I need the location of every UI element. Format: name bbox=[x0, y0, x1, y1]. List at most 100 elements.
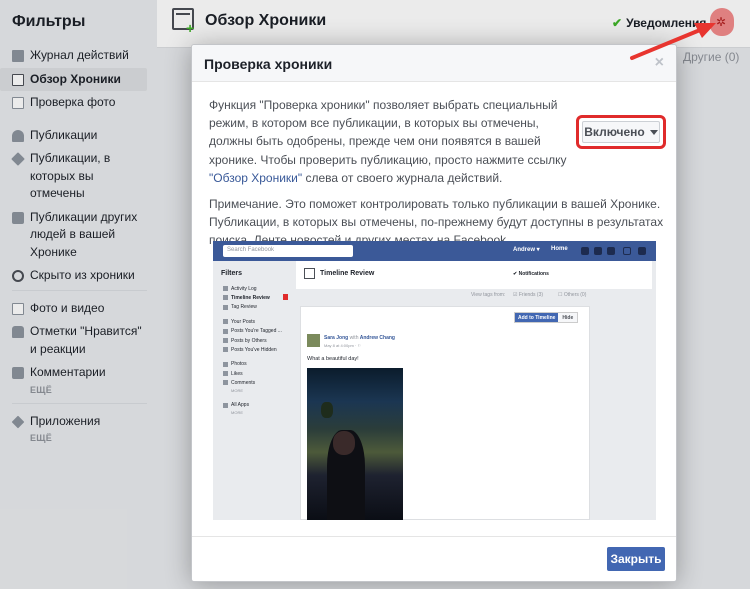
sidebar-item-photo-review[interactable]: Проверка фото bbox=[0, 91, 157, 115]
like-icon bbox=[12, 326, 24, 338]
settings-gear-button[interactable]: ✲ bbox=[710, 8, 734, 36]
timeline-review-toggle[interactable]: Включено bbox=[582, 121, 660, 143]
mini-post-author: Sara Jong with Andrew Chang bbox=[324, 335, 395, 341]
sidebar-item-label: Публикации других людей в вашей Хронике bbox=[30, 209, 138, 259]
mini-hide: Hide bbox=[558, 313, 578, 322]
mini-post-photo bbox=[307, 368, 403, 520]
dialog-title: Проверка хроники bbox=[204, 56, 333, 72]
close-button[interactable]: Закрыть bbox=[607, 547, 665, 571]
sidebar-item-likes[interactable]: Отметки "Нравится" и реакции bbox=[0, 320, 157, 361]
timeline-review-dialog: Проверка хроники × Функция "Проверка хро… bbox=[191, 44, 677, 582]
mini-filter-item: Posts by Others bbox=[213, 336, 291, 345]
sidebar-item-timeline-review[interactable]: Обзор Хроники bbox=[0, 67, 147, 91]
mini-filter-item: All Apps bbox=[213, 401, 291, 410]
sidebar-item-label: Фото и видео bbox=[30, 300, 105, 315]
comments-icon bbox=[12, 367, 24, 379]
mini-globe-icon bbox=[607, 247, 615, 255]
mini-filters-title: Filters bbox=[221, 270, 243, 277]
check-icon: ✔ bbox=[612, 16, 623, 30]
mini-home: Home bbox=[551, 246, 568, 252]
photo-review-icon bbox=[12, 97, 24, 109]
timeline-review-link[interactable]: "Обзор Хроники" bbox=[209, 171, 302, 185]
sidebar-item-photos-videos[interactable]: Фото и видео bbox=[0, 297, 157, 321]
toggle-label: Включено bbox=[584, 125, 645, 139]
sidebar-item-hidden[interactable]: Скрыто из хроники bbox=[0, 264, 157, 288]
sidebar-item-tagged-posts[interactable]: Публикации, в которых вы отмечены bbox=[0, 147, 157, 206]
sidebar-item-label: Журнал действий bbox=[30, 48, 129, 62]
mini-filter-item: Your Posts bbox=[213, 317, 291, 326]
mini-others-filter: ☐ Others (0) bbox=[558, 292, 587, 298]
mini-view-tags: View tags from: bbox=[471, 292, 506, 298]
mini-post-card: Add to Timeline Hide Sara Jong with Andr… bbox=[300, 306, 590, 520]
mini-filterbar: View tags from: ☑ Friends (3) ☐ Others (… bbox=[296, 290, 652, 300]
comment-icon bbox=[12, 211, 24, 224]
notifications-toggle[interactable]: ✔ Уведомления bbox=[612, 16, 706, 30]
apps-icon bbox=[11, 415, 25, 428]
mini-actions: Add to Timeline Hide bbox=[514, 312, 579, 323]
sidebar-item-label: Проверка фото bbox=[30, 95, 116, 109]
sidebar-item-apps[interactable]: Приложения bbox=[0, 410, 157, 434]
sidebar-item-label: Публикации, в которых вы отмечены bbox=[30, 151, 111, 200]
notifications-label: Уведомления bbox=[626, 16, 707, 30]
mini-filter-item: Posts You're Tagged ... bbox=[213, 327, 291, 336]
sidebar-item-label: Скрыто из хроники bbox=[30, 268, 135, 282]
page-header: + Обзор Хроники ✔ Уведомления ✲ bbox=[157, 0, 750, 48]
mini-friends-filter: ☑ Friends (3) bbox=[513, 292, 544, 298]
mini-filter-item: Activity Log bbox=[213, 284, 291, 293]
mini-user: Andrew ▾ bbox=[513, 247, 540, 253]
toggle-highlight: Включено bbox=[576, 115, 666, 149]
example-screenshot: Search Facebook Andrew ▾ Home Filters Ac… bbox=[213, 241, 656, 520]
dialog-footer: Закрыть bbox=[192, 536, 676, 581]
sidebar-item-comments[interactable]: Комментарии bbox=[0, 361, 157, 385]
mini-author-name: Sara Jong bbox=[324, 335, 349, 341]
caret-down-icon bbox=[649, 129, 658, 135]
mini-timeline-icon bbox=[304, 268, 315, 279]
sidebar-title: Фильтры bbox=[12, 13, 86, 30]
mini-header-title: Timeline Review bbox=[320, 270, 375, 277]
mini-avatar bbox=[307, 334, 320, 347]
dialog-body: Функция "Проверка хроники" позволяет выб… bbox=[192, 82, 676, 250]
sidebar-item-label: Отметки "Нравится" и реакции bbox=[30, 324, 142, 356]
sidebar-item-label: Комментарии bbox=[30, 365, 106, 379]
sidebar-item-label: Обзор Хроники bbox=[30, 71, 121, 86]
sidebar-more-link[interactable]: ЕЩЁ bbox=[0, 433, 157, 449]
plus-icon: + bbox=[186, 20, 195, 36]
sidebar-divider bbox=[12, 402, 147, 404]
mini-add-to-timeline: Add to Timeline bbox=[515, 313, 559, 322]
filters-sidebar: Фильтры Журнал действий Обзор Хроники Пр… bbox=[0, 0, 157, 589]
journal-icon bbox=[12, 50, 24, 62]
sidebar-item-label: Публикации bbox=[30, 127, 98, 142]
sidebar-more-link[interactable]: ЕЩЁ bbox=[0, 385, 157, 401]
mini-badge bbox=[283, 294, 288, 301]
mini-more: MORE bbox=[231, 410, 243, 416]
mini-filter-item: Timeline Review bbox=[213, 293, 291, 302]
sidebar-item-label: Приложения bbox=[30, 413, 101, 428]
close-icon[interactable]: × bbox=[655, 55, 664, 71]
mini-filter-item: Likes bbox=[213, 369, 291, 378]
mini-tagged-name: Andrew Chang bbox=[359, 335, 395, 341]
gear-icon: ✲ bbox=[716, 15, 727, 29]
mini-notifications: ✔ Notifications bbox=[513, 271, 549, 277]
mini-menu-icon bbox=[638, 247, 646, 255]
description-paragraph: Функция "Проверка хроники" позволяет выб… bbox=[209, 96, 577, 187]
dialog-header: Проверка хроники × bbox=[192, 45, 676, 82]
mini-sidebar: Filters Activity Log Timeline Review Tag… bbox=[213, 261, 291, 520]
mini-friends-icon bbox=[581, 247, 589, 255]
mini-header: Timeline Review ✔ Notifications bbox=[296, 261, 652, 289]
mini-messages-icon bbox=[594, 247, 602, 255]
sidebar-divider bbox=[12, 289, 147, 291]
sidebar-item-others-posts[interactable]: Публикации других людей в вашей Хронике bbox=[0, 206, 157, 265]
others-filter[interactable]: Другие (0) bbox=[683, 50, 739, 64]
sidebar-item-posts[interactable]: Публикации bbox=[0, 124, 157, 148]
mini-topbar: Search Facebook Andrew ▾ Home bbox=[213, 241, 656, 261]
page-title: Обзор Хроники bbox=[205, 12, 327, 29]
tag-icon bbox=[11, 152, 25, 166]
mini-filter-item: Posts You've Hidden bbox=[213, 345, 291, 354]
hidden-icon bbox=[12, 270, 24, 282]
sidebar-item-activity-log[interactable]: Журнал действий bbox=[0, 44, 157, 68]
mini-post-date: May 8 at 4:00pm · ⚐ bbox=[324, 343, 361, 348]
mini-with: with bbox=[349, 335, 359, 341]
mini-more: MORE bbox=[231, 387, 243, 393]
mini-post-text: What a beautiful day! bbox=[307, 356, 359, 362]
mini-filter-item: Comments bbox=[213, 378, 291, 387]
